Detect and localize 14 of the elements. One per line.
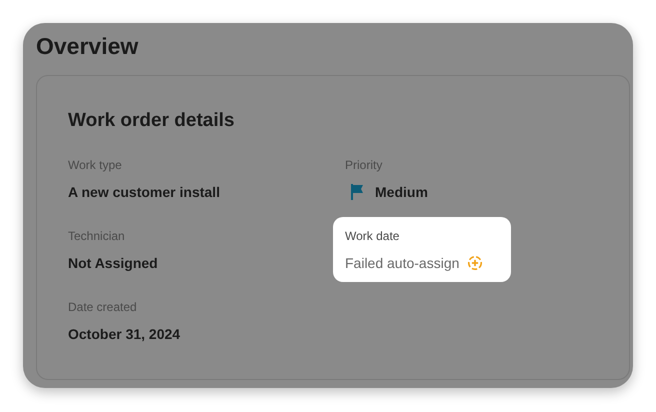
- card-title: Work order details: [68, 109, 236, 133]
- field-label: Work type: [68, 158, 123, 172]
- field-label: Priority: [345, 158, 384, 172]
- field-value: Medium: [375, 183, 428, 201]
- field-value: A new customer install: [68, 183, 220, 201]
- field-label: Date created: [68, 300, 138, 314]
- field-label: Technician: [68, 229, 126, 243]
- field-value: Not Assigned: [68, 254, 158, 272]
- page-title: Overview: [36, 32, 140, 60]
- flag-icon: [349, 183, 365, 201]
- field-value: Failed auto-assign: [345, 254, 460, 272]
- refresh-add-icon: [467, 255, 484, 271]
- field-label: Work date: [345, 229, 400, 243]
- field-value: October 31, 2024: [68, 325, 180, 343]
